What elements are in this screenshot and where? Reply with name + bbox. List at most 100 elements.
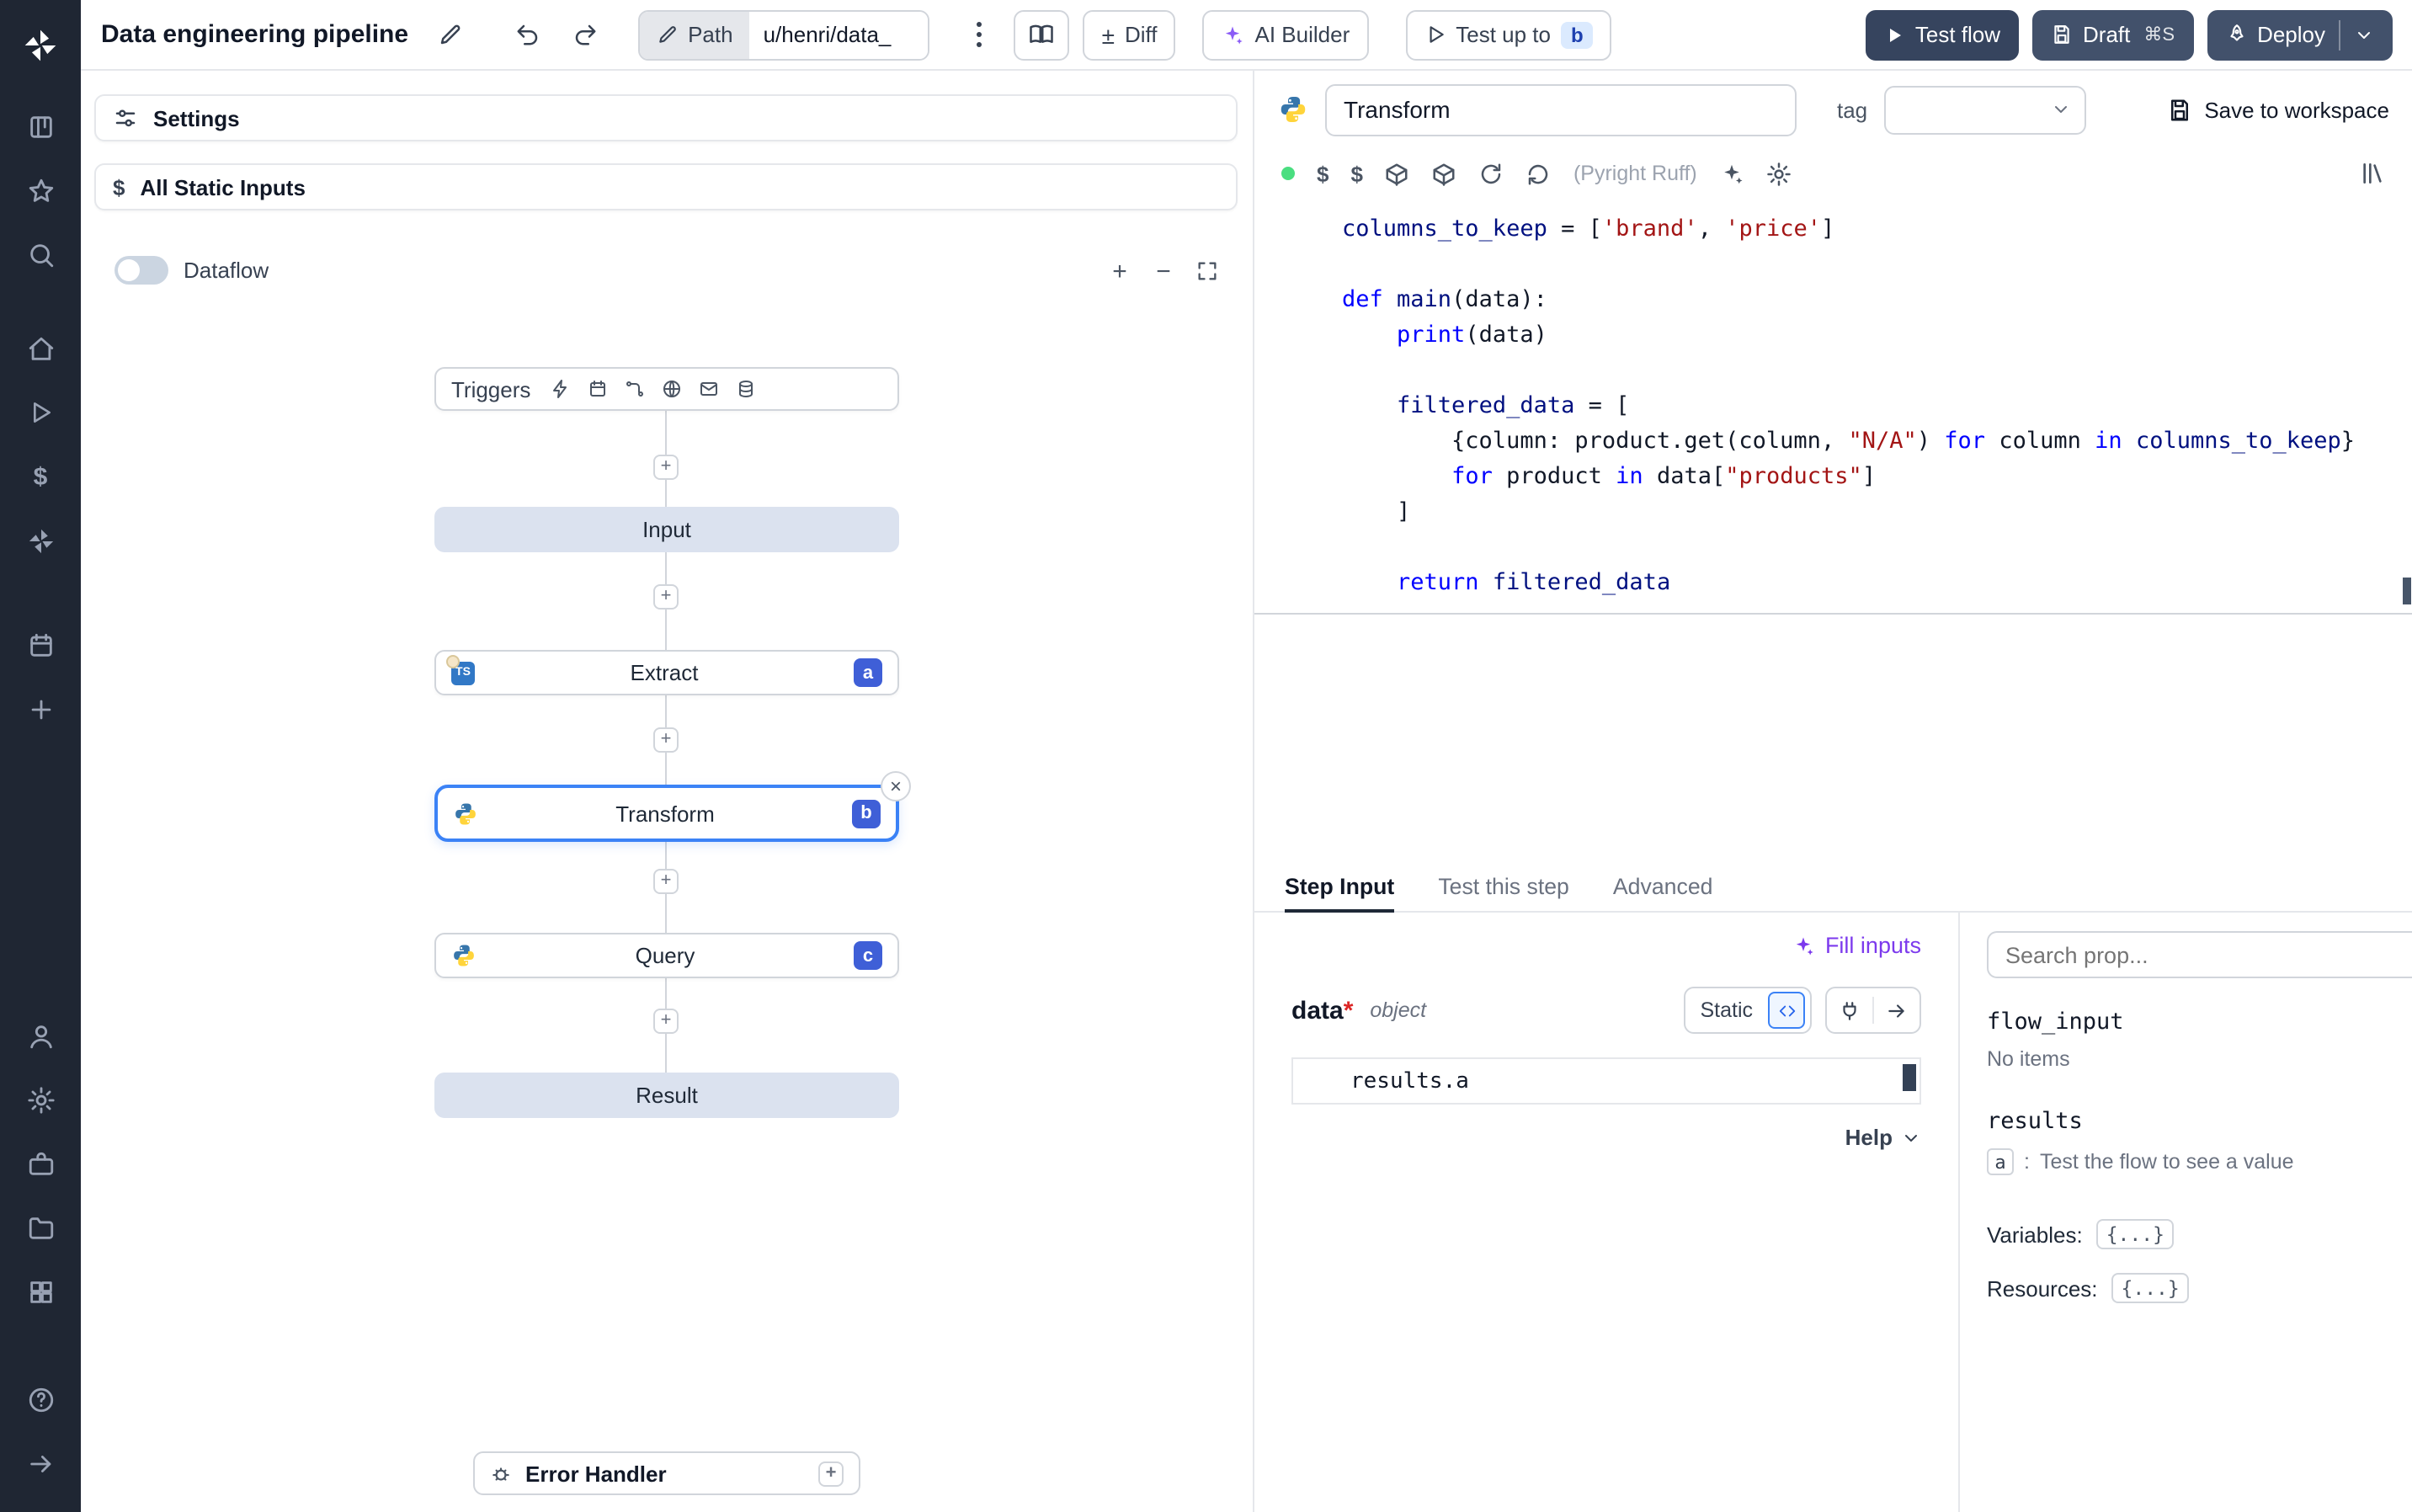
result-key-badge[interactable]: a (1987, 1148, 2014, 1175)
tag-select[interactable] (1884, 85, 2087, 134)
chevron-down-icon[interactable] (2354, 24, 2374, 45)
editor-scrollbar-thumb[interactable] (2403, 578, 2411, 604)
separator: : (2024, 1150, 2030, 1174)
path-input[interactable] (749, 11, 929, 58)
add-step-button[interactable]: + (653, 455, 679, 480)
test-up-to-button[interactable]: Test up to b (1405, 9, 1612, 60)
plug-icon[interactable] (1827, 988, 1872, 1032)
ai-wand-icon[interactable] (1719, 161, 1744, 186)
query-node[interactable]: Query c (434, 933, 899, 978)
step-name-input[interactable] (1325, 83, 1797, 136)
add-step-button[interactable]: + (653, 727, 679, 753)
docs-book-button[interactable] (1014, 9, 1070, 60)
step-input-tab-panel: Fill inputs data* object Static results.… (1254, 913, 1958, 1512)
deploy-button[interactable]: Deploy (2207, 9, 2393, 60)
settings-gear-icon[interactable] (15, 1074, 66, 1125)
resources-value-badge[interactable]: {...} (2111, 1273, 2190, 1303)
zoom-out-button[interactable]: − (1145, 253, 1182, 290)
path-button[interactable]: Path (639, 11, 750, 58)
undo-icon[interactable] (506, 13, 550, 56)
expression-input[interactable] (1293, 1068, 1795, 1094)
input-node[interactable]: Input (434, 507, 899, 552)
schedules-calendar-icon[interactable] (15, 620, 66, 670)
help-button[interactable]: Help (1845, 1125, 1893, 1150)
kanban-icon[interactable] (15, 101, 66, 152)
ai-builder-button[interactable]: AI Builder (1202, 9, 1369, 60)
dataflow-toggle[interactable] (114, 256, 168, 285)
redo-icon[interactable] (563, 13, 607, 56)
result-node[interactable]: Result (434, 1073, 899, 1118)
all-static-inputs-button[interactable]: $ All Static Inputs (94, 163, 1238, 210)
search-icon[interactable] (15, 229, 66, 280)
rocket-icon (2225, 24, 2247, 45)
error-handler-label: Error Handler (525, 1461, 667, 1486)
draft-button[interactable]: Draft ⌘S (2032, 9, 2194, 60)
error-handler-node[interactable]: Error Handler + (473, 1451, 860, 1495)
reset-icon[interactable] (1526, 161, 1552, 186)
arrow-right-icon[interactable] (1874, 988, 1919, 1032)
editor-settings-gear-icon[interactable] (1766, 161, 1792, 186)
results-section[interactable]: results (1987, 1108, 2412, 1135)
add-step-button[interactable]: + (653, 584, 679, 610)
test-flow-button[interactable]: Test flow (1866, 9, 2020, 60)
flow-input-section[interactable]: flow_input (1987, 1009, 2412, 1036)
star-icon[interactable] (15, 165, 66, 216)
variables-icon[interactable]: $ (1350, 161, 1362, 186)
add-error-handler-button[interactable]: + (818, 1461, 844, 1486)
result-hint: Test the flow to see a value (2039, 1150, 2294, 1174)
static-inputs-icon[interactable]: $ (1317, 161, 1328, 186)
user-icon[interactable] (15, 1010, 66, 1061)
refresh-icon[interactable] (1479, 161, 1504, 186)
save-to-workspace-button[interactable]: Save to workspace (2167, 97, 2389, 122)
add-step-button[interactable]: + (653, 869, 679, 894)
diff-button[interactable]: ± Diff (1083, 9, 1176, 60)
fill-inputs-button[interactable]: Fill inputs (1792, 933, 1921, 958)
result-item[interactable]: a : Test the flow to see a value (1987, 1148, 2412, 1175)
runs-play-icon[interactable] (15, 387, 66, 438)
schedule-trigger-icon[interactable] (588, 379, 608, 399)
tab-advanced[interactable]: Advanced (1613, 862, 1713, 913)
remove-step-button[interactable]: × (881, 771, 911, 801)
resources-row[interactable]: Resources: {...} (1987, 1273, 2412, 1303)
workers-briefcase-icon[interactable] (15, 1138, 66, 1189)
database-trigger-icon[interactable] (736, 379, 756, 399)
more-menu-button[interactable] (957, 13, 1001, 56)
http-route-trigger-icon[interactable] (625, 379, 645, 399)
static-mode-button[interactable]: Static (1685, 998, 1768, 1022)
expand-arrow-icon[interactable] (15, 1438, 66, 1488)
add-step-button[interactable]: + (653, 1009, 679, 1034)
package-icon[interactable] (1432, 161, 1457, 186)
email-trigger-icon[interactable] (699, 379, 719, 399)
windmill-logo-icon[interactable] (15, 20, 66, 71)
code-editor[interactable]: columns_to_keep = ['brand', 'price'] def… (1254, 199, 2412, 615)
variables-dollar-icon[interactable]: $ (15, 451, 66, 502)
help-icon[interactable] (15, 1374, 66, 1424)
websocket-trigger-icon[interactable] (662, 379, 682, 399)
webhook-trigger-icon[interactable] (551, 379, 571, 399)
tab-step-input[interactable]: Step Input (1285, 862, 1395, 913)
edit-title-pencil-icon[interactable] (429, 13, 472, 56)
extract-node[interactable]: TS Extract a (434, 650, 899, 695)
fit-view-icon[interactable] (1189, 253, 1226, 290)
app: $ Data engineering pipeline Path ±Diff (0, 0, 2412, 1512)
home-icon[interactable] (15, 323, 66, 374)
expression-mode-toggle[interactable] (1768, 992, 1805, 1029)
tab-test-this-step[interactable]: Test this step (1438, 862, 1569, 913)
variables-value-badge[interactable]: {...} (2095, 1219, 2175, 1249)
flow-settings-button[interactable]: Settings (94, 94, 1238, 141)
typescript-icon: TS (446, 654, 475, 684)
library-icon[interactable] (2359, 160, 2386, 187)
folders-icon[interactable] (15, 1202, 66, 1253)
zoom-in-button[interactable]: + (1101, 253, 1138, 290)
variables-row[interactable]: Variables: {...} (1987, 1219, 2412, 1249)
search-prop-input[interactable] (1987, 931, 2412, 978)
hub-pinwheel-icon[interactable] (15, 515, 66, 566)
add-plus-icon[interactable] (15, 684, 66, 734)
mini-scrollbar[interactable] (1903, 1064, 1916, 1091)
package-icon[interactable] (1385, 161, 1410, 186)
apps-grid-icon[interactable] (15, 1266, 66, 1317)
triggers-node[interactable]: Triggers (434, 367, 899, 411)
transform-node-selected[interactable]: Transform b × (434, 771, 911, 842)
expression-editor[interactable] (1291, 1057, 1921, 1105)
chevron-down-icon[interactable] (1901, 1127, 1921, 1147)
